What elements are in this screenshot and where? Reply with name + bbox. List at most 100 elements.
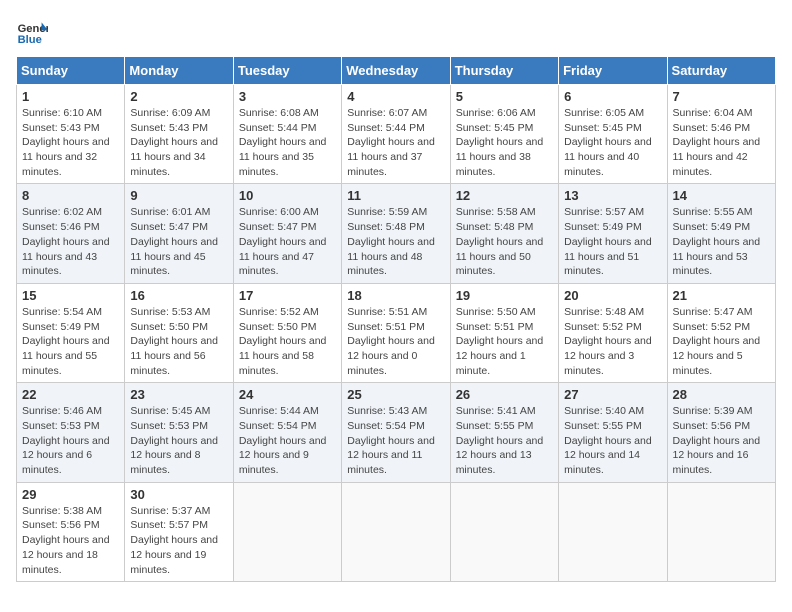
calendar-cell: 10 Sunrise: 6:00 AM Sunset: 5:47 PM Dayl… [233,184,341,283]
day-detail: Sunrise: 6:02 AM Sunset: 5:46 PM Dayligh… [22,205,119,278]
column-header-thursday: Thursday [450,57,558,85]
calendar-week-4: 22 Sunrise: 5:46 AM Sunset: 5:53 PM Dayl… [17,383,776,482]
day-number: 3 [239,89,336,104]
day-detail: Sunrise: 5:44 AM Sunset: 5:54 PM Dayligh… [239,404,336,477]
day-detail: Sunrise: 6:01 AM Sunset: 5:47 PM Dayligh… [130,205,227,278]
day-number: 27 [564,387,661,402]
calendar-cell: 24 Sunrise: 5:44 AM Sunset: 5:54 PM Dayl… [233,383,341,482]
calendar-week-2: 8 Sunrise: 6:02 AM Sunset: 5:46 PM Dayli… [17,184,776,283]
day-detail: Sunrise: 5:54 AM Sunset: 5:49 PM Dayligh… [22,305,119,378]
day-number: 7 [673,89,770,104]
calendar-cell: 30 Sunrise: 5:37 AM Sunset: 5:57 PM Dayl… [125,482,233,581]
calendar-cell: 29 Sunrise: 5:38 AM Sunset: 5:56 PM Dayl… [17,482,125,581]
calendar-week-3: 15 Sunrise: 5:54 AM Sunset: 5:49 PM Dayl… [17,283,776,382]
calendar-cell: 6 Sunrise: 6:05 AM Sunset: 5:45 PM Dayli… [559,85,667,184]
day-detail: Sunrise: 6:07 AM Sunset: 5:44 PM Dayligh… [347,106,444,179]
day-number: 22 [22,387,119,402]
day-number: 12 [456,188,553,203]
day-number: 26 [456,387,553,402]
day-detail: Sunrise: 5:51 AM Sunset: 5:51 PM Dayligh… [347,305,444,378]
column-header-friday: Friday [559,57,667,85]
calendar-cell: 12 Sunrise: 5:58 AM Sunset: 5:48 PM Dayl… [450,184,558,283]
calendar-cell [559,482,667,581]
calendar-cell: 20 Sunrise: 5:48 AM Sunset: 5:52 PM Dayl… [559,283,667,382]
day-detail: Sunrise: 5:45 AM Sunset: 5:53 PM Dayligh… [130,404,227,477]
day-number: 30 [130,487,227,502]
day-number: 5 [456,89,553,104]
day-number: 29 [22,487,119,502]
day-detail: Sunrise: 5:39 AM Sunset: 5:56 PM Dayligh… [673,404,770,477]
day-detail: Sunrise: 6:10 AM Sunset: 5:43 PM Dayligh… [22,106,119,179]
calendar-cell: 21 Sunrise: 5:47 AM Sunset: 5:52 PM Dayl… [667,283,775,382]
day-detail: Sunrise: 5:48 AM Sunset: 5:52 PM Dayligh… [564,305,661,378]
calendar-cell [233,482,341,581]
calendar-cell: 16 Sunrise: 5:53 AM Sunset: 5:50 PM Dayl… [125,283,233,382]
calendar-cell: 5 Sunrise: 6:06 AM Sunset: 5:45 PM Dayli… [450,85,558,184]
day-number: 14 [673,188,770,203]
calendar-cell: 27 Sunrise: 5:40 AM Sunset: 5:55 PM Dayl… [559,383,667,482]
day-number: 16 [130,288,227,303]
day-number: 25 [347,387,444,402]
calendar-cell: 2 Sunrise: 6:09 AM Sunset: 5:43 PM Dayli… [125,85,233,184]
day-number: 11 [347,188,444,203]
calendar-cell [342,482,450,581]
day-detail: Sunrise: 6:09 AM Sunset: 5:43 PM Dayligh… [130,106,227,179]
day-detail: Sunrise: 5:40 AM Sunset: 5:55 PM Dayligh… [564,404,661,477]
day-detail: Sunrise: 6:06 AM Sunset: 5:45 PM Dayligh… [456,106,553,179]
calendar-cell: 25 Sunrise: 5:43 AM Sunset: 5:54 PM Dayl… [342,383,450,482]
calendar-cell: 8 Sunrise: 6:02 AM Sunset: 5:46 PM Dayli… [17,184,125,283]
calendar-week-5: 29 Sunrise: 5:38 AM Sunset: 5:56 PM Dayl… [17,482,776,581]
day-number: 13 [564,188,661,203]
calendar-cell: 15 Sunrise: 5:54 AM Sunset: 5:49 PM Dayl… [17,283,125,382]
day-number: 20 [564,288,661,303]
calendar-cell: 1 Sunrise: 6:10 AM Sunset: 5:43 PM Dayli… [17,85,125,184]
calendar-cell: 3 Sunrise: 6:08 AM Sunset: 5:44 PM Dayli… [233,85,341,184]
day-number: 2 [130,89,227,104]
day-detail: Sunrise: 5:52 AM Sunset: 5:50 PM Dayligh… [239,305,336,378]
day-number: 28 [673,387,770,402]
day-detail: Sunrise: 5:55 AM Sunset: 5:49 PM Dayligh… [673,205,770,278]
calendar-cell: 19 Sunrise: 5:50 AM Sunset: 5:51 PM Dayl… [450,283,558,382]
calendar-cell: 17 Sunrise: 5:52 AM Sunset: 5:50 PM Dayl… [233,283,341,382]
svg-text:Blue: Blue [18,34,42,46]
day-detail: Sunrise: 5:38 AM Sunset: 5:56 PM Dayligh… [22,504,119,577]
column-header-tuesday: Tuesday [233,57,341,85]
header: General Blue [16,16,776,48]
calendar-cell: 7 Sunrise: 6:04 AM Sunset: 5:46 PM Dayli… [667,85,775,184]
day-detail: Sunrise: 5:58 AM Sunset: 5:48 PM Dayligh… [456,205,553,278]
day-detail: Sunrise: 5:59 AM Sunset: 5:48 PM Dayligh… [347,205,444,278]
day-detail: Sunrise: 5:41 AM Sunset: 5:55 PM Dayligh… [456,404,553,477]
day-detail: Sunrise: 5:46 AM Sunset: 5:53 PM Dayligh… [22,404,119,477]
day-number: 15 [22,288,119,303]
day-number: 21 [673,288,770,303]
calendar-cell: 9 Sunrise: 6:01 AM Sunset: 5:47 PM Dayli… [125,184,233,283]
day-number: 9 [130,188,227,203]
day-detail: Sunrise: 5:53 AM Sunset: 5:50 PM Dayligh… [130,305,227,378]
day-number: 19 [456,288,553,303]
day-number: 1 [22,89,119,104]
day-detail: Sunrise: 5:43 AM Sunset: 5:54 PM Dayligh… [347,404,444,477]
logo: General Blue [16,16,48,48]
day-number: 10 [239,188,336,203]
column-header-sunday: Sunday [17,57,125,85]
day-detail: Sunrise: 6:05 AM Sunset: 5:45 PM Dayligh… [564,106,661,179]
column-header-wednesday: Wednesday [342,57,450,85]
day-detail: Sunrise: 5:37 AM Sunset: 5:57 PM Dayligh… [130,504,227,577]
calendar-cell: 26 Sunrise: 5:41 AM Sunset: 5:55 PM Dayl… [450,383,558,482]
day-number: 8 [22,188,119,203]
day-number: 6 [564,89,661,104]
day-number: 4 [347,89,444,104]
calendar-cell: 22 Sunrise: 5:46 AM Sunset: 5:53 PM Dayl… [17,383,125,482]
calendar-week-1: 1 Sunrise: 6:10 AM Sunset: 5:43 PM Dayli… [17,85,776,184]
calendar-cell: 4 Sunrise: 6:07 AM Sunset: 5:44 PM Dayli… [342,85,450,184]
calendar-header-row: SundayMondayTuesdayWednesdayThursdayFrid… [17,57,776,85]
day-number: 24 [239,387,336,402]
column-header-monday: Monday [125,57,233,85]
day-detail: Sunrise: 6:04 AM Sunset: 5:46 PM Dayligh… [673,106,770,179]
day-detail: Sunrise: 6:08 AM Sunset: 5:44 PM Dayligh… [239,106,336,179]
calendar-cell: 28 Sunrise: 5:39 AM Sunset: 5:56 PM Dayl… [667,383,775,482]
day-number: 17 [239,288,336,303]
day-detail: Sunrise: 5:50 AM Sunset: 5:51 PM Dayligh… [456,305,553,378]
day-number: 23 [130,387,227,402]
calendar-cell: 18 Sunrise: 5:51 AM Sunset: 5:51 PM Dayl… [342,283,450,382]
